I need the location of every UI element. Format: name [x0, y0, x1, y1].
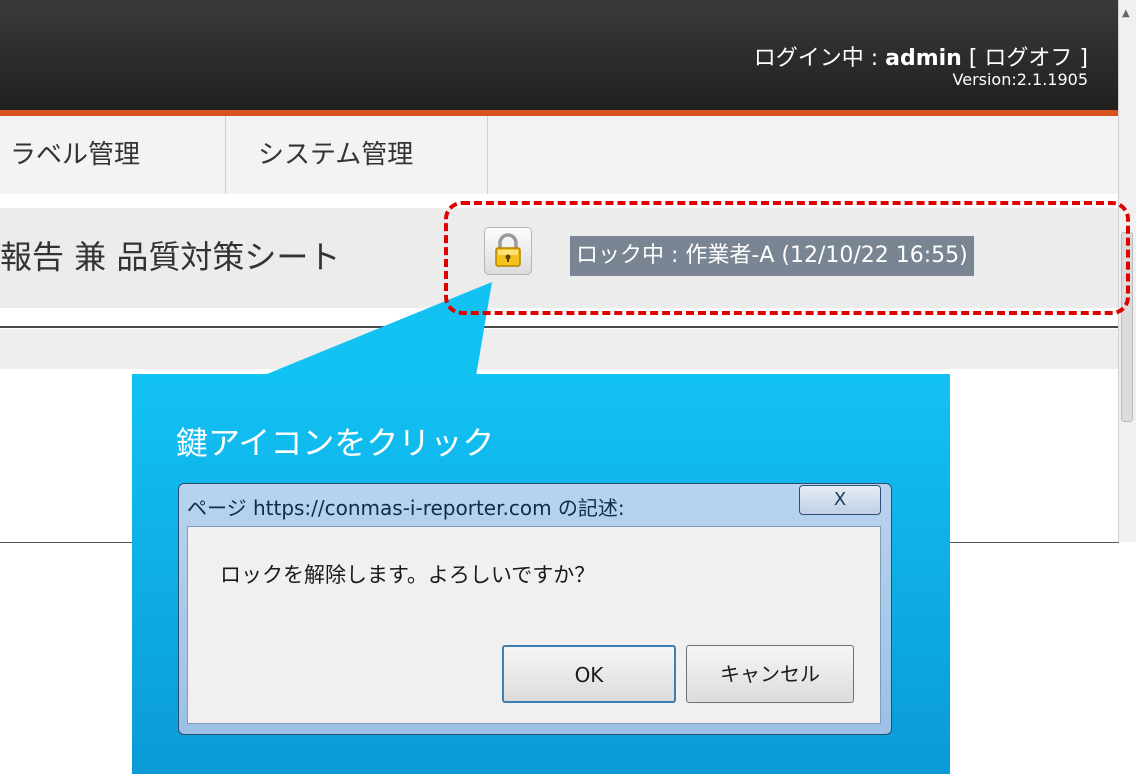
ok-button[interactable]: OK	[502, 645, 676, 703]
lock-highlight-outline	[444, 201, 1130, 315]
confirm-dialog: ページ https://conmas-i-reporter.com の記述: X…	[178, 483, 892, 735]
close-icon[interactable]: X	[799, 485, 881, 515]
dialog-message: ロックを解除します。よろしいですか？	[220, 563, 596, 587]
dialog-body: ロックを解除します。よろしいですか？ OK キャンセル	[187, 526, 881, 724]
dialog-title: ページ https://conmas-i-reporter.com の記述:	[187, 496, 625, 520]
cancel-button[interactable]: キャンセル	[686, 645, 854, 703]
callout-text: 鍵アイコンをクリック	[176, 424, 495, 462]
